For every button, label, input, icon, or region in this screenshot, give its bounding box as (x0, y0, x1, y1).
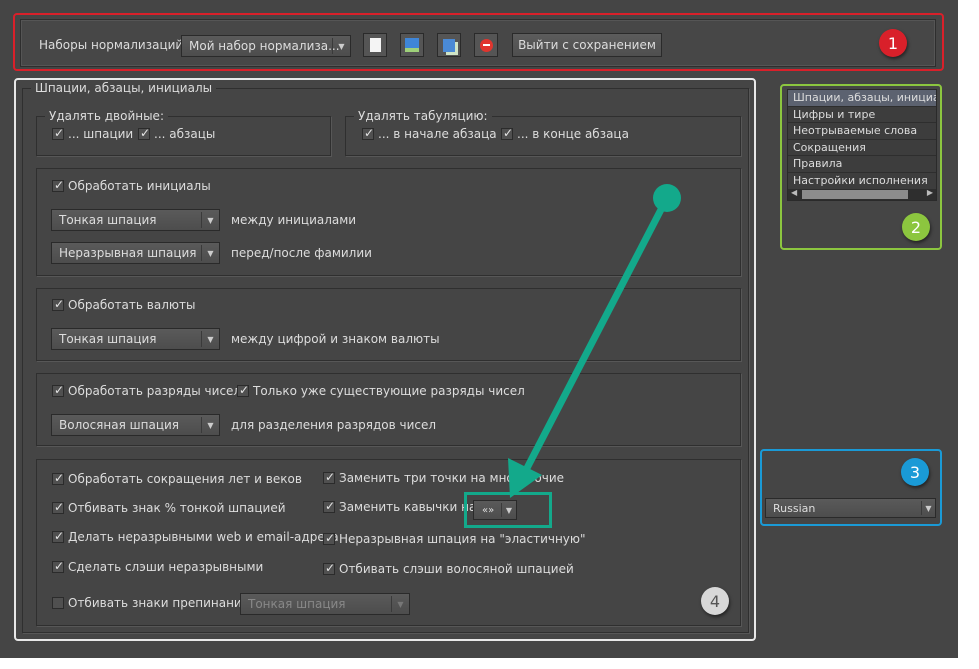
annotation-arrow (508, 184, 681, 498)
arrow-shaft (522, 196, 671, 472)
arrow-head (508, 458, 542, 498)
arrow-origin-dot (653, 184, 681, 212)
